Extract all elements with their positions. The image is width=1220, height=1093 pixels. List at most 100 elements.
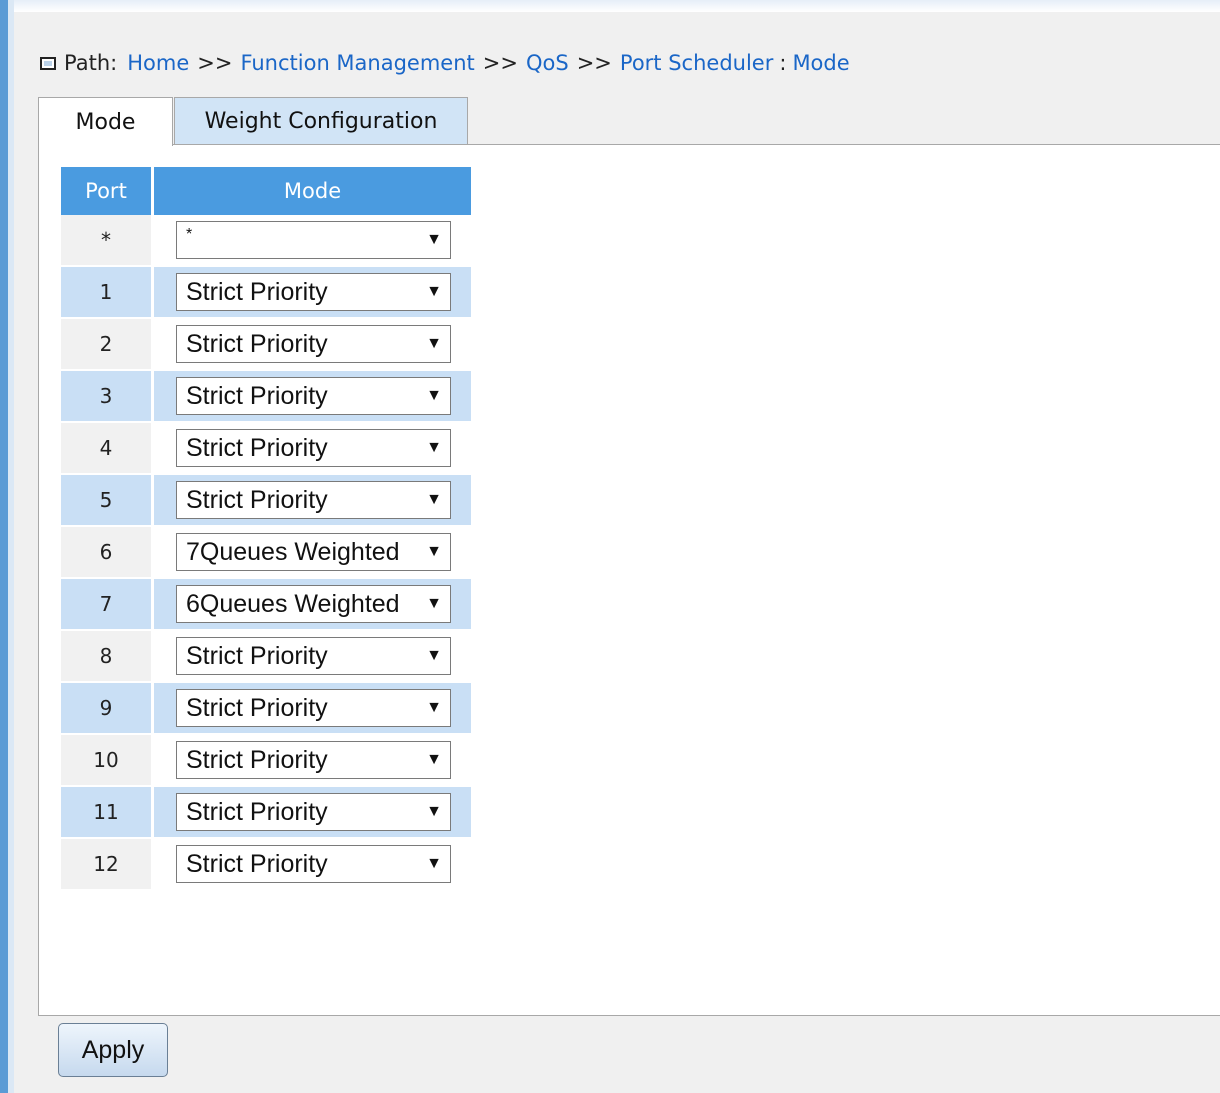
mode-cell: Strict Priority ▼ bbox=[154, 683, 471, 735]
breadcrumb-port-scheduler[interactable]: Port Scheduler bbox=[620, 51, 773, 75]
mode-select-value: Strict Priority bbox=[186, 693, 328, 722]
breadcrumb-separator: >> bbox=[576, 51, 612, 75]
chevron-down-icon: ▼ bbox=[426, 283, 442, 300]
breadcrumb-home[interactable]: Home bbox=[127, 51, 189, 75]
breadcrumb-label: Path: bbox=[64, 51, 118, 75]
table-row: 11 Strict Priority ▼ bbox=[61, 787, 471, 839]
chevron-down-icon: ▼ bbox=[426, 439, 442, 456]
mode-select[interactable]: Strict Priority ▼ bbox=[176, 273, 451, 311]
mode-cell: Strict Priority ▼ bbox=[154, 371, 471, 423]
chevron-down-icon: ▼ bbox=[426, 855, 442, 872]
port-cell: 11 bbox=[61, 787, 154, 839]
port-cell: 12 bbox=[61, 839, 154, 891]
breadcrumb: Path: Home >> Function Management >> QoS… bbox=[40, 46, 850, 80]
port-cell: 8 bbox=[61, 631, 154, 683]
port-cell: 3 bbox=[61, 371, 154, 423]
breadcrumb-separator: >> bbox=[197, 51, 233, 75]
port-cell: 10 bbox=[61, 735, 154, 787]
mode-select[interactable]: Strict Priority ▼ bbox=[176, 429, 451, 467]
port-cell: 5 bbox=[61, 475, 154, 527]
breadcrumb-colon: : bbox=[779, 51, 787, 75]
breadcrumb-qos[interactable]: QoS bbox=[526, 51, 569, 75]
table-row: 10 Strict Priority ▼ bbox=[61, 735, 471, 787]
mode-cell: Strict Priority ▼ bbox=[154, 631, 471, 683]
mode-select-value: Strict Priority bbox=[186, 277, 328, 306]
table-row: 7 6Queues Weighted ▼ bbox=[61, 579, 471, 631]
mode-select-value: Strict Priority bbox=[186, 641, 328, 670]
port-cell: * bbox=[61, 215, 154, 267]
port-mode-table: Port Mode * * ▼ 1 Strict Priority ▼ 2 Strict Pr… bbox=[61, 167, 471, 891]
port-cell: 1 bbox=[61, 267, 154, 319]
mode-select-value: Strict Priority bbox=[186, 329, 328, 358]
mode-select[interactable]: Strict Priority ▼ bbox=[176, 845, 451, 883]
table-row: 3 Strict Priority ▼ bbox=[61, 371, 471, 423]
mode-cell: * ▼ bbox=[154, 215, 471, 267]
tab-mode-label: Mode bbox=[75, 109, 136, 135]
mode-select-value: Strict Priority bbox=[186, 849, 328, 878]
chevron-down-icon: ▼ bbox=[426, 751, 442, 768]
mode-select-value: 7Queues Weighted bbox=[186, 537, 400, 566]
mode-cell: 7Queues Weighted ▼ bbox=[154, 527, 471, 579]
mode-cell: Strict Priority ▼ bbox=[154, 319, 471, 371]
chevron-down-icon: ▼ bbox=[426, 647, 442, 664]
table-row: 6 7Queues Weighted ▼ bbox=[61, 527, 471, 579]
mode-select[interactable]: Strict Priority ▼ bbox=[176, 793, 451, 831]
breadcrumb-mode[interactable]: Mode bbox=[792, 51, 849, 75]
table-header-row: Port Mode bbox=[61, 167, 471, 215]
breadcrumb-function-management[interactable]: Function Management bbox=[240, 51, 474, 75]
apply-button[interactable]: Apply bbox=[58, 1023, 168, 1077]
table-row: 12 Strict Priority ▼ bbox=[61, 839, 471, 891]
mode-select[interactable]: 6Queues Weighted ▼ bbox=[176, 585, 451, 623]
table-row: 9 Strict Priority ▼ bbox=[61, 683, 471, 735]
mode-cell: Strict Priority ▼ bbox=[154, 735, 471, 787]
table-row: 5 Strict Priority ▼ bbox=[61, 475, 471, 527]
mode-select-value: Strict Priority bbox=[186, 485, 328, 514]
mode-cell: Strict Priority ▼ bbox=[154, 787, 471, 839]
mode-select-value: * bbox=[186, 226, 193, 243]
port-cell: 2 bbox=[61, 319, 154, 371]
mode-select-value: 6Queues Weighted bbox=[186, 589, 400, 618]
chevron-down-icon: ▼ bbox=[426, 387, 442, 404]
chevron-down-icon: ▼ bbox=[426, 699, 442, 716]
mode-cell: Strict Priority ▼ bbox=[154, 839, 471, 891]
table-row: 2 Strict Priority ▼ bbox=[61, 319, 471, 371]
port-cell: 6 bbox=[61, 527, 154, 579]
chevron-down-icon: ▼ bbox=[426, 595, 442, 612]
mode-select[interactable]: Strict Priority ▼ bbox=[176, 325, 451, 363]
breadcrumb-separator: >> bbox=[482, 51, 518, 75]
port-cell: 9 bbox=[61, 683, 154, 735]
column-header-mode: Mode bbox=[154, 167, 471, 215]
mode-select[interactable]: Strict Priority ▼ bbox=[176, 637, 451, 675]
chevron-down-icon: ▼ bbox=[426, 543, 442, 560]
chevron-down-icon: ▼ bbox=[426, 335, 442, 352]
mode-cell: 6Queues Weighted ▼ bbox=[154, 579, 471, 631]
mode-select[interactable]: 7Queues Weighted ▼ bbox=[176, 533, 451, 571]
mode-select[interactable]: Strict Priority ▼ bbox=[176, 689, 451, 727]
tab-weight-configuration-label: Weight Configuration bbox=[204, 109, 438, 134]
mode-select-value: Strict Priority bbox=[186, 797, 328, 826]
mode-select[interactable]: Strict Priority ▼ bbox=[176, 481, 451, 519]
table-row: 1 Strict Priority ▼ bbox=[61, 267, 471, 319]
mode-cell: Strict Priority ▼ bbox=[154, 475, 471, 527]
table-row: 8 Strict Priority ▼ bbox=[61, 631, 471, 683]
mode-cell: Strict Priority ▼ bbox=[154, 423, 471, 475]
mode-select[interactable]: Strict Priority ▼ bbox=[176, 741, 451, 779]
mode-select-value: Strict Priority bbox=[186, 381, 328, 410]
mode-select-value: Strict Priority bbox=[186, 745, 328, 774]
mode-select[interactable]: * ▼ bbox=[176, 221, 451, 259]
tab-mode[interactable]: Mode bbox=[38, 97, 173, 146]
chevron-down-icon: ▼ bbox=[426, 803, 442, 820]
mode-select[interactable]: Strict Priority ▼ bbox=[176, 377, 451, 415]
table-row: 4 Strict Priority ▼ bbox=[61, 423, 471, 475]
tab-weight-configuration[interactable]: Weight Configuration bbox=[174, 97, 468, 145]
top-gradient-bar bbox=[0, 0, 1220, 12]
left-edge-bar bbox=[0, 0, 14, 1093]
table-row: * * ▼ bbox=[61, 215, 471, 267]
chevron-down-icon: ▼ bbox=[426, 491, 442, 508]
port-cell: 4 bbox=[61, 423, 154, 475]
column-header-port: Port bbox=[61, 167, 154, 215]
mode-select-value: Strict Priority bbox=[186, 433, 328, 462]
mode-cell: Strict Priority ▼ bbox=[154, 267, 471, 319]
square-icon bbox=[40, 56, 56, 70]
port-cell: 7 bbox=[61, 579, 154, 631]
